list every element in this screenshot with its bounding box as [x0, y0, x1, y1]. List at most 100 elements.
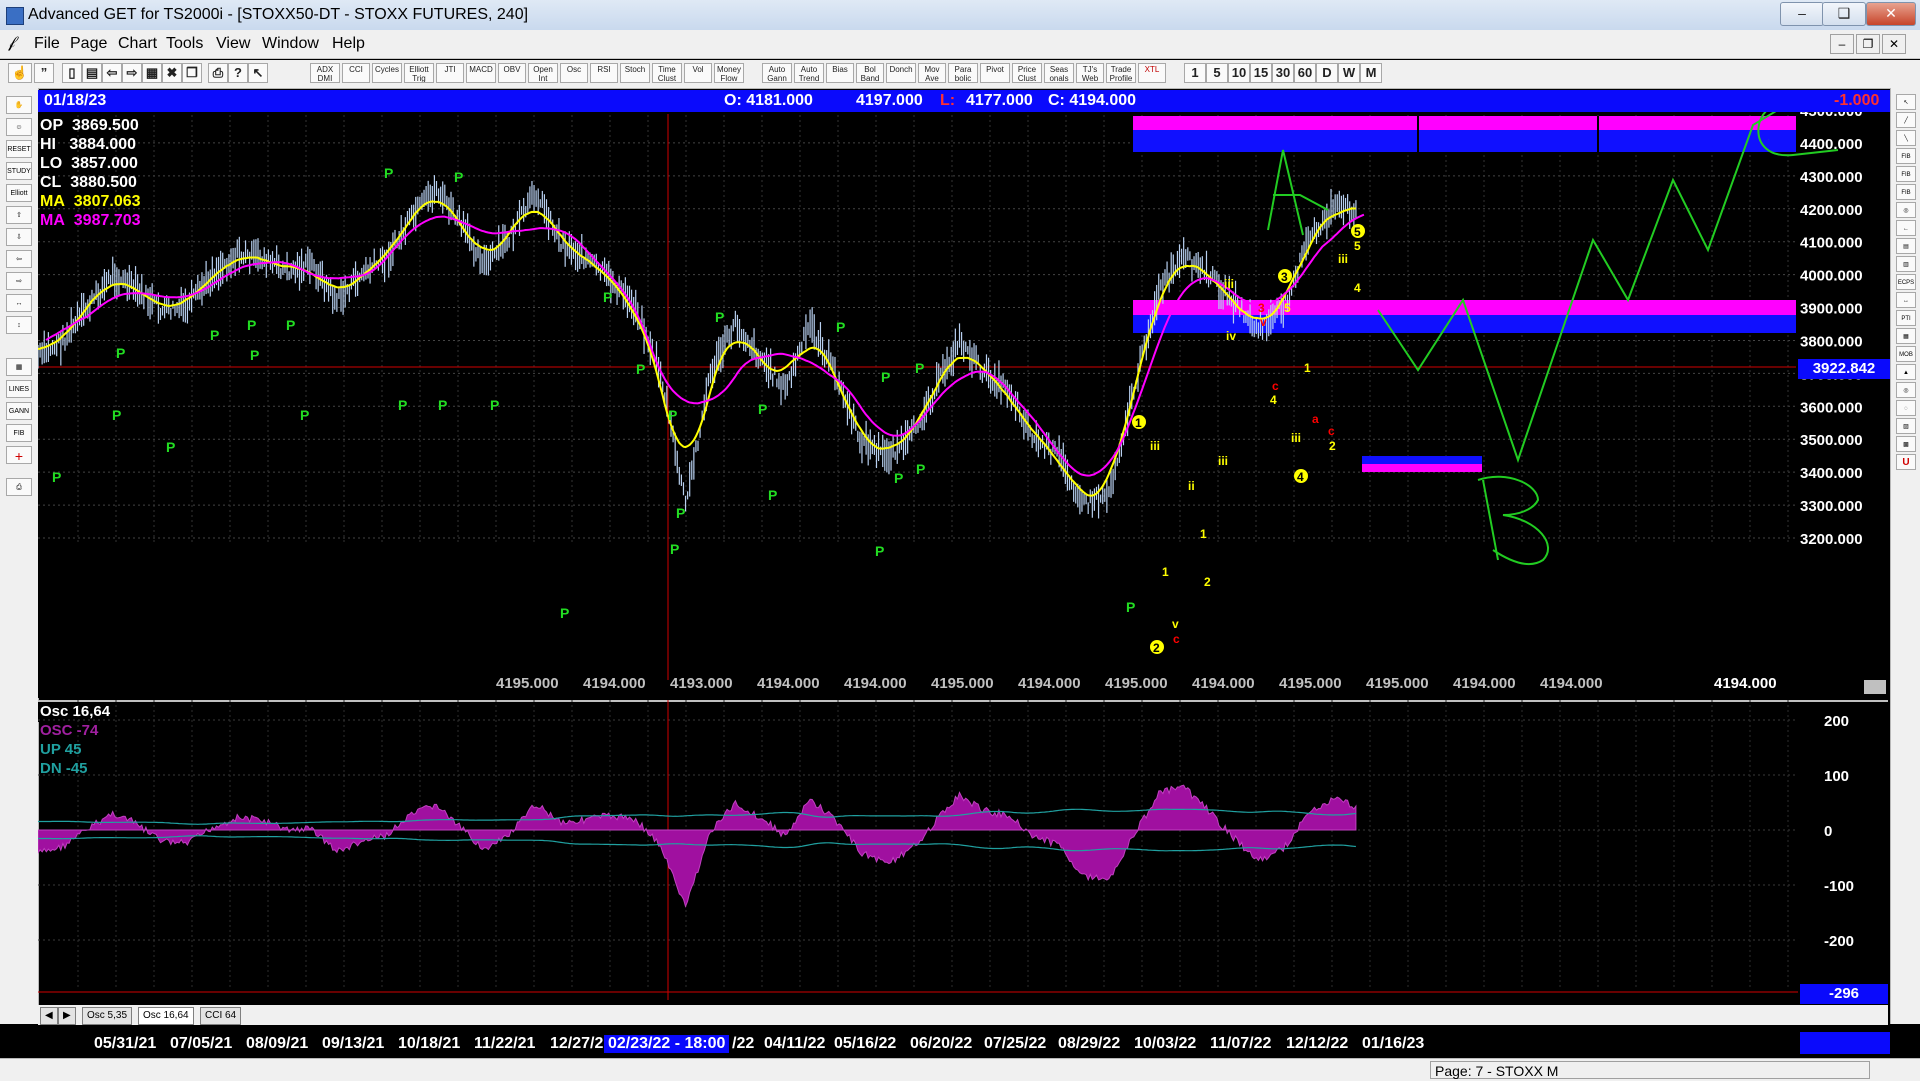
open-icon[interactable]: ▤ [82, 63, 102, 83]
menu-chart[interactable]: Chart [118, 35, 157, 53]
study-tool[interactable]: STUDY [6, 162, 32, 180]
cursor-tool-icon[interactable]: ↖ [1896, 94, 1916, 110]
study-vol[interactable]: Vol [684, 63, 712, 83]
mdi-restore-button[interactable]: ❐ [1856, 34, 1880, 54]
delete-icon[interactable]: ✖ [162, 63, 182, 83]
copy-icon[interactable]: ❐ [182, 63, 202, 83]
tab-cci-64[interactable]: CCI 64 [200, 1007, 242, 1025]
triangle-tool-icon[interactable]: ▲ [1896, 364, 1916, 380]
tab-nav-right[interactable]: ▶ [58, 1007, 76, 1025]
study-bol-band[interactable]: Bol Band [856, 63, 884, 83]
study-tjs-web[interactable]: TJ's Web [1076, 63, 1104, 83]
study-cci[interactable]: CCI [342, 63, 370, 83]
quote-icon[interactable]: ” [34, 63, 54, 83]
grid-icon[interactable]: ▦ [142, 63, 162, 83]
trendline-up-icon[interactable]: ╱ [1896, 112, 1916, 128]
mdi-app-icon[interactable]: 𝒻 [8, 34, 15, 52]
grid-right-tool-icon[interactable]: ▦ [1896, 328, 1916, 344]
study-obv[interactable]: OBV [498, 63, 526, 83]
ecps-tool[interactable]: ECPS [1896, 274, 1916, 290]
study-trade-profile[interactable]: Trade Profile [1106, 63, 1136, 83]
menu-file[interactable]: File [34, 35, 60, 53]
menu-tools[interactable]: Tools [166, 35, 203, 53]
study-seasonals[interactable]: Seas onals [1044, 63, 1074, 83]
reset-tool[interactable]: RESET [6, 140, 32, 158]
lines-tool[interactable]: LINES [6, 380, 32, 398]
study-elliott-trig[interactable]: Elliott Trig [404, 63, 434, 83]
study-money-flow[interactable]: Money Flow [714, 63, 744, 83]
fib-ext-tool[interactable]: FIB EXT [1896, 166, 1916, 194]
maximize-button[interactable]: ❑ [1822, 2, 1866, 26]
mdi-close-button[interactable]: ✕ [1882, 34, 1906, 54]
study-stoch[interactable]: Stoch [620, 63, 650, 83]
arrow-right-icon[interactable]: ⇨ [6, 272, 32, 290]
measure-tool-icon[interactable]: ↔ [1896, 292, 1916, 308]
mob-tool[interactable]: MOB [1896, 346, 1916, 362]
tab-osc-16-64[interactable]: Osc 16,64 [138, 1007, 194, 1025]
study-macd[interactable]: MACD [466, 63, 496, 83]
template-tool-icon[interactable]: ▩ [1896, 436, 1916, 452]
timeframe-10[interactable]: 10 [1228, 63, 1250, 83]
menu-view[interactable]: View [216, 35, 250, 53]
print-icon[interactable]: ⎙ [208, 63, 228, 83]
study-auto-trend[interactable]: Auto Trend [794, 63, 824, 83]
study-xtl[interactable]: XTL [1138, 63, 1166, 83]
study-cycles[interactable]: Cycles [372, 63, 402, 83]
zoom-icon-bg[interactable] [1864, 680, 1886, 694]
menu-help[interactable]: Help [332, 35, 365, 53]
box-tool-icon[interactable]: ▥ [1896, 256, 1916, 272]
arrow-left-icon[interactable]: ⇦ [6, 250, 32, 268]
fib-tool[interactable]: FIB [6, 424, 32, 442]
arrow-tool-icon[interactable]: ← [1896, 220, 1916, 236]
new-page-icon[interactable]: ▯ [62, 63, 82, 83]
oscillator-panel[interactable]: 200 100 0 -100 -200 [37, 700, 1890, 1002]
u-tool-icon[interactable]: U [1896, 454, 1916, 470]
pti-tool[interactable]: PTI [1896, 310, 1916, 326]
hand-tool-icon[interactable]: ✋ [6, 96, 32, 114]
oscillator-svg[interactable]: 200 100 0 -100 -200 [37, 700, 1890, 1002]
study-mov-ave[interactable]: Mov Ave [918, 63, 946, 83]
circle-tool-icon[interactable]: ◎ [1896, 202, 1916, 218]
timeframe-60[interactable]: 60 [1294, 63, 1316, 83]
timeframe-1[interactable]: 1 [1184, 63, 1206, 83]
timeframe-15[interactable]: 15 [1250, 63, 1272, 83]
arrow-up-icon[interactable]: ⇧ [6, 206, 32, 224]
menu-window[interactable]: Window [262, 35, 319, 53]
study-auto-gann[interactable]: Auto Gann [762, 63, 792, 83]
price-chart-panel[interactable]: A B C PPPPPPPPPPPPPPPPPPPPPPPPPPPPPP 1 2… [37, 90, 1890, 698]
study-open-int[interactable]: Open Int [528, 63, 558, 83]
pointer-icon[interactable]: ☝ [8, 63, 32, 83]
price-chart-svg[interactable]: A B C PPPPPPPPPPP PPPPPPPPPPPPPPPPPPP 1 2… [37, 90, 1890, 698]
study-jti[interactable]: JTI [436, 63, 464, 83]
help-icon[interactable]: ? [228, 63, 248, 83]
tab-nav-left[interactable]: ◀ [40, 1007, 58, 1025]
grid-tool-icon[interactable]: ▦ [6, 358, 32, 376]
arrow-down-icon[interactable]: ⇩ [6, 228, 32, 246]
forward-icon[interactable]: ⇨ [122, 63, 142, 83]
study-rsi[interactable]: RSI [590, 63, 618, 83]
tab-osc-5-35[interactable]: Osc 5,35 [82, 1007, 133, 1025]
channel-tool-icon[interactable]: ▤ [1896, 238, 1916, 254]
back-icon[interactable]: ⇦ [102, 63, 122, 83]
mdi-minimize-button[interactable]: – [1830, 34, 1854, 54]
timeframe-m[interactable]: M [1360, 63, 1382, 83]
ellipse-tool-icon[interactable]: ◌ [1896, 400, 1916, 416]
compress-horizontal-icon[interactable]: ↔ [6, 294, 32, 312]
gann-tool[interactable]: GANN [6, 402, 32, 420]
fib-ret-tool[interactable]: FIB RET [1896, 148, 1916, 176]
elliott-tool[interactable]: Elliott [6, 184, 32, 202]
study-bias[interactable]: Bias [826, 63, 854, 83]
zoom-icon[interactable] [1864, 680, 1886, 694]
study-pivot[interactable]: Pivot [980, 63, 1010, 83]
trendline-down-icon[interactable]: ╲ [1896, 130, 1916, 146]
print-tool-icon[interactable]: ⎙ [6, 478, 32, 496]
pattern-tool-icon[interactable]: ▨ [1896, 418, 1916, 434]
crosshair-icon[interactable]: + [6, 446, 32, 464]
study-donch[interactable]: Donch [886, 63, 916, 83]
study-osc[interactable]: Osc [560, 63, 588, 83]
timeframe-w[interactable]: W [1338, 63, 1360, 83]
study-price-clust[interactable]: Price Clust [1012, 63, 1042, 83]
timeframe-d[interactable]: D [1316, 63, 1338, 83]
close-button[interactable]: ✕ [1866, 2, 1916, 26]
timeframe-30[interactable]: 30 [1272, 63, 1294, 83]
